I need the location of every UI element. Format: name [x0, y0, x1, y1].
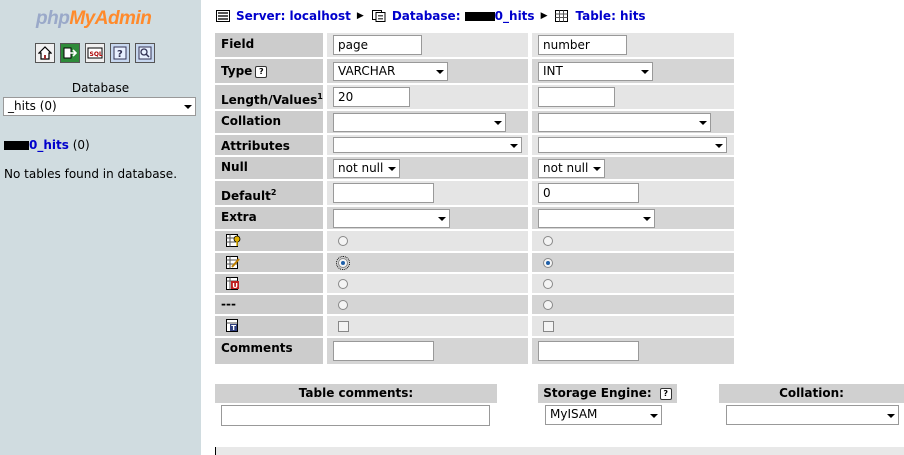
- svg-text:T: T: [231, 324, 236, 332]
- no-index-radio-2[interactable]: [543, 300, 553, 310]
- fulltext-icon: T: [226, 319, 238, 332]
- navigation-frame: phpMyAdmin SQL ? Database _hits (0) 0_hi…: [0, 0, 201, 455]
- database-link[interactable]: 0_hits (0): [4, 138, 90, 152]
- row-comments: Comments: [215, 338, 734, 364]
- index-radio-2[interactable]: [543, 258, 553, 268]
- row-field: Field page number: [215, 33, 734, 57]
- primary-key-label: [215, 231, 323, 251]
- label-extra: Extra: [215, 207, 323, 229]
- attributes-select-2[interactable]: [538, 137, 727, 153]
- fulltext-label: T: [215, 316, 323, 336]
- server-icon: [216, 10, 230, 22]
- label-length: Length/Values1: [215, 85, 323, 109]
- unique-radio-1[interactable]: [338, 279, 348, 289]
- svg-text:?: ?: [117, 49, 123, 60]
- table-icon: [555, 10, 569, 22]
- table-comments-label: Table comments:: [215, 384, 497, 403]
- label-type: Type?: [215, 59, 323, 83]
- row-null: Null not null not null: [215, 157, 734, 179]
- storage-engine-select[interactable]: MyISAM: [545, 405, 662, 425]
- database-select[interactable]: _hits (0): [3, 97, 196, 116]
- extra-select-1[interactable]: [333, 209, 450, 228]
- row-attributes: Attributes: [215, 135, 734, 155]
- collation-select-1[interactable]: [333, 113, 506, 132]
- table-collation-select[interactable]: [726, 405, 899, 425]
- primary-key-icon: [226, 234, 241, 247]
- comments-input-1[interactable]: [333, 341, 434, 361]
- no-tables-message: No tables found in database.: [4, 167, 178, 181]
- footer-divider: [215, 447, 904, 455]
- breadcrumb-server[interactable]: Server: localhost: [236, 9, 351, 23]
- breadcrumb-separator-icon: ▶: [540, 11, 548, 21]
- label-field: Field: [215, 33, 323, 57]
- type-select-2[interactable]: INT: [538, 62, 653, 81]
- row-no-index: ---: [215, 295, 734, 314]
- docs-icon[interactable]: [135, 43, 155, 63]
- database-icon: [371, 10, 386, 22]
- breadcrumb-table[interactable]: Table: hits: [575, 9, 645, 23]
- breadcrumb-database[interactable]: Database: 0_hits: [392, 9, 535, 23]
- label-default: Default2: [215, 181, 323, 205]
- default-input-1[interactable]: [333, 183, 434, 203]
- help-icon[interactable]: ?: [110, 43, 130, 63]
- collation-select-2[interactable]: [538, 113, 711, 132]
- no-index-label: ---: [215, 295, 323, 314]
- storage-engine-label: Storage Engine:?: [538, 384, 677, 403]
- attributes-select-1[interactable]: [333, 137, 522, 153]
- exit-icon[interactable]: [60, 43, 80, 63]
- label-collation: Collation: [215, 111, 323, 133]
- row-fulltext: T: [215, 316, 734, 336]
- default-input-2[interactable]: 0: [538, 183, 639, 203]
- row-unique: U: [215, 274, 734, 293]
- index-label: [215, 253, 323, 272]
- length-input-2[interactable]: [538, 87, 615, 107]
- database-label: Database: [71, 81, 130, 95]
- help-icon[interactable]: ?: [255, 65, 268, 78]
- nav-icon-bar: SQL ?: [35, 43, 155, 63]
- label-null: Null: [215, 157, 323, 179]
- home-icon[interactable]: [35, 43, 55, 63]
- unique-radio-2[interactable]: [543, 279, 553, 289]
- row-default: Default2 0: [215, 181, 734, 205]
- breadcrumb-separator-icon: ▶: [356, 11, 364, 21]
- label-comments: Comments: [215, 338, 323, 364]
- primary-radio-2[interactable]: [543, 236, 553, 246]
- sql-icon[interactable]: SQL: [85, 43, 105, 63]
- unique-label: U: [215, 274, 323, 293]
- primary-radio-1[interactable]: [338, 236, 348, 246]
- svg-text:SQL: SQL: [90, 51, 103, 58]
- length-input-1[interactable]: 20: [333, 87, 410, 107]
- row-type: Type? VARCHAR INT: [215, 59, 734, 83]
- row-index: [215, 253, 734, 272]
- extra-select-2[interactable]: [538, 209, 655, 228]
- redacted-block: [4, 141, 29, 150]
- row-collation: Collation: [215, 111, 734, 133]
- comments-input-2[interactable]: [538, 341, 639, 361]
- field-name-input-2[interactable]: number: [538, 35, 627, 55]
- no-index-radio-1[interactable]: [338, 300, 348, 310]
- field-name-input-1[interactable]: page: [333, 35, 422, 55]
- null-select-2[interactable]: not null: [538, 159, 605, 178]
- phpmyadmin-logo[interactable]: phpMyAdmin: [36, 8, 152, 30]
- fulltext-checkbox-1[interactable]: [338, 321, 349, 332]
- help-icon[interactable]: ?: [659, 387, 672, 400]
- table-collation-label: Collation:: [719, 384, 904, 403]
- svg-text:U: U: [232, 282, 238, 290]
- row-primary: [215, 231, 734, 251]
- null-select-1[interactable]: not null: [333, 159, 400, 178]
- index-radio-1[interactable]: [336, 256, 350, 270]
- row-extra: Extra: [215, 207, 734, 229]
- row-length: Length/Values1 20: [215, 85, 734, 109]
- type-select-1[interactable]: VARCHAR: [333, 62, 448, 81]
- label-attributes: Attributes: [215, 135, 323, 155]
- unique-icon: U: [226, 277, 239, 290]
- table-comments-input[interactable]: [221, 405, 490, 426]
- breadcrumb: Server: localhost ▶ Database: 0_hits ▶ T…: [216, 9, 646, 23]
- fulltext-checkbox-2[interactable]: [543, 321, 554, 332]
- index-icon: [226, 256, 240, 269]
